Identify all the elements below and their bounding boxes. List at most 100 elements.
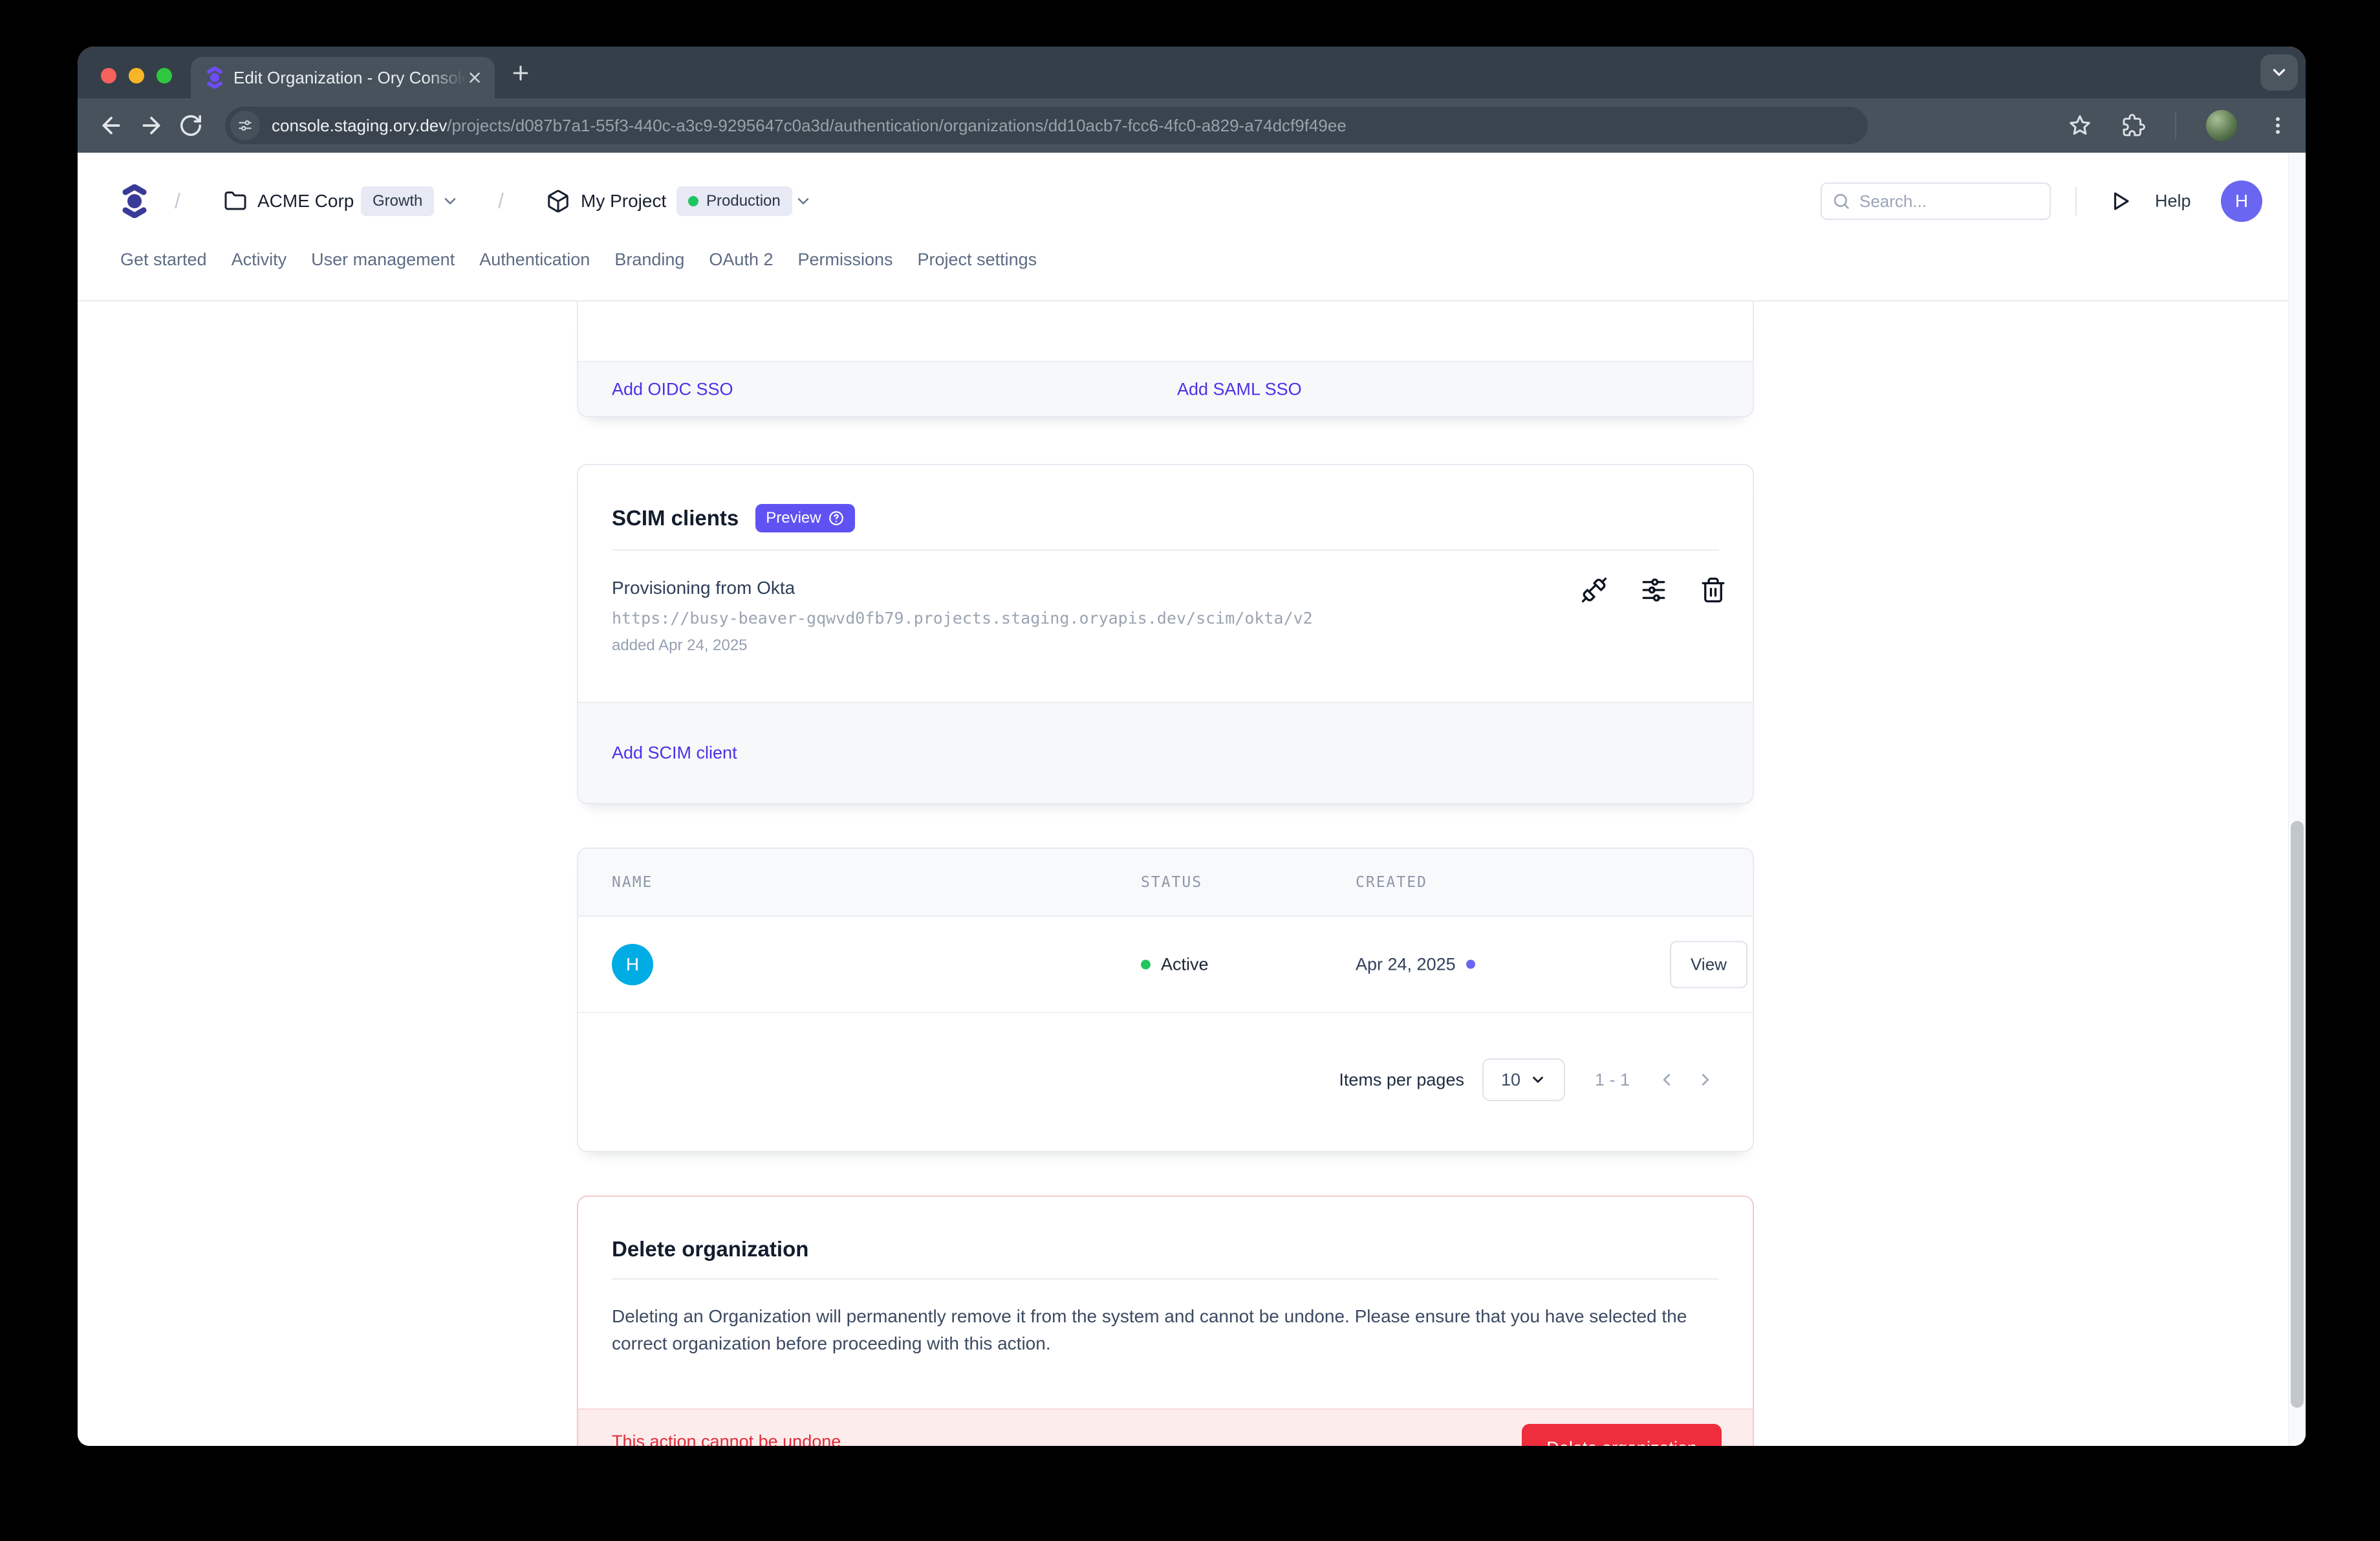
search-icon (1832, 192, 1850, 210)
play-icon[interactable] (2108, 190, 2132, 213)
project-cube-icon (546, 189, 570, 213)
scim-client-url: https://busy-beaver-gqwvd0fb79.projects.… (612, 609, 1719, 628)
info-icon[interactable] (828, 510, 845, 527)
content-area: Add OIDC SSO Add SAML SSO SCIM clients P… (78, 301, 2306, 1446)
nav-tab-branding[interactable]: Branding (614, 250, 684, 270)
browser-window: Edit Organization - Ory Console console.… (78, 47, 2306, 1446)
maximize-window-button[interactable] (157, 68, 172, 83)
browser-tab[interactable]: Edit Organization - Ory Console (191, 57, 495, 98)
project-name[interactable]: My Project (581, 191, 666, 212)
url-domain: console.staging.ory.dev (272, 116, 447, 135)
status-cell: Active (1141, 954, 1209, 974)
pagination: Items per pages 10 1 - 1 (1339, 1058, 1715, 1101)
url-path: /projects/d087b7a1-55f3-440c-a3c9-929564… (447, 116, 1347, 135)
created-indicator-dot (1466, 960, 1475, 969)
created-date: Apr 24, 2025 (1356, 954, 1456, 974)
page-scrollbar-track[interactable] (2288, 153, 2306, 1446)
help-link[interactable]: Help (2155, 191, 2191, 212)
reload-button[interactable] (178, 113, 203, 138)
new-tab-button[interactable] (510, 62, 532, 84)
add-oidc-sso-link[interactable]: Add OIDC SSO (612, 379, 733, 399)
workspace-folder-icon (224, 190, 247, 213)
user-avatar[interactable]: H (2221, 180, 2262, 222)
nav-tab-authentication[interactable]: Authentication (479, 250, 590, 270)
pagination-range: 1 - 1 (1595, 1070, 1630, 1090)
view-button[interactable]: View (1670, 941, 1747, 988)
delete-organization-title: Delete organization (612, 1237, 808, 1261)
column-header-status: STATUS (1141, 874, 1202, 891)
environment-label: Production (706, 192, 781, 210)
scim-client-actions (1581, 576, 1727, 604)
chevron-down-icon (2269, 63, 2289, 82)
delete-organization-button[interactable]: Delete organization (1522, 1424, 1722, 1446)
breadcrumb-separator: / (498, 190, 504, 213)
table-header-row: NAME STATUS CREATED (578, 849, 1753, 917)
trash-icon[interactable] (1700, 576, 1727, 604)
workspace-name[interactable]: ACME Corp (257, 191, 354, 212)
back-button[interactable] (98, 113, 124, 138)
project-nav: Get started Activity User management Aut… (78, 250, 2306, 301)
breadcrumb-separator: / (175, 190, 180, 213)
toolbar-actions (2068, 110, 2289, 141)
close-window-button[interactable] (101, 68, 116, 83)
search-input[interactable] (1821, 182, 2051, 220)
nav-tab-activity[interactable]: Activity (232, 250, 287, 270)
site-info-icon[interactable] (230, 111, 260, 140)
chevron-down-icon (1530, 1071, 1546, 1088)
tab-close-icon[interactable] (466, 69, 483, 86)
nav-tab-project-settings[interactable]: Project settings (918, 250, 1037, 270)
add-scim-client-link[interactable]: Add SCIM client (612, 743, 737, 763)
bookmark-star-icon[interactable] (2068, 113, 2092, 138)
sso-card-footer: Add OIDC SSO Add SAML SSO (578, 361, 1753, 416)
traffic-lights (101, 68, 172, 83)
pagination-prev-button[interactable] (1657, 1070, 1676, 1089)
project-chevron-down-icon[interactable] (794, 192, 812, 210)
scim-clients-title: SCIM clients (612, 506, 739, 530)
browser-toolbar: console.staging.ory.dev/projects/d087b7a… (78, 98, 2306, 153)
created-cell: Apr 24, 2025 (1356, 954, 1475, 974)
tab-title: Edit Organization - Ory Console (233, 68, 466, 88)
console-page: / ACME Corp Growth / My Project Producti… (78, 153, 2306, 1446)
row-avatar: H (612, 944, 653, 985)
sso-card: Add OIDC SSO Add SAML SSO (577, 301, 1754, 417)
danger-footer: This action cannot be undone Delete orga… (578, 1408, 1753, 1446)
pagination-next-button[interactable] (1696, 1070, 1715, 1089)
unplug-icon[interactable] (1581, 576, 1608, 604)
add-saml-sso-link[interactable]: Add SAML SSO (1177, 379, 1302, 399)
minimize-window-button[interactable] (129, 68, 144, 83)
nav-tab-oauth2[interactable]: OAuth 2 (709, 250, 773, 270)
column-header-created: CREATED (1356, 874, 1427, 891)
preview-badge-label: Preview (766, 509, 821, 527)
preview-badge: Preview (755, 504, 854, 532)
sliders-icon[interactable] (1640, 576, 1667, 604)
tab-strip: Edit Organization - Ory Console (78, 47, 2306, 98)
page-scrollbar-thumb[interactable] (2291, 821, 2304, 1408)
app-header: / ACME Corp Growth / My Project Producti… (78, 153, 2306, 250)
browser-menu-button[interactable] (2267, 115, 2289, 137)
search-field[interactable] (1859, 191, 2021, 212)
extensions-icon[interactable] (2122, 114, 2145, 137)
page-size-select[interactable]: 10 (1482, 1058, 1565, 1101)
ory-favicon-icon (206, 67, 223, 89)
items-per-page-label: Items per pages (1339, 1070, 1464, 1090)
environment-status-dot (688, 196, 698, 206)
tab-search-button[interactable] (2260, 54, 2298, 91)
workspace-chevron-down-icon[interactable] (441, 192, 459, 210)
scim-card-footer: Add SCIM client (578, 702, 1753, 803)
header-divider (2075, 187, 2077, 215)
url-text: console.staging.ory.dev/projects/d087b7a… (272, 116, 1347, 136)
delete-organization-card: Delete organization Deleting an Organiza… (577, 1196, 1754, 1446)
nav-tab-permissions[interactable]: Permissions (797, 250, 892, 270)
address-bar[interactable]: console.staging.ory.dev/projects/d087b7a… (225, 107, 1868, 144)
delete-organization-description: Deleting an Organization will permanentl… (612, 1303, 1719, 1357)
ory-logo-icon[interactable] (122, 184, 147, 218)
forward-button[interactable] (138, 113, 164, 138)
browser-profile-avatar[interactable] (2206, 110, 2237, 141)
table-row[interactable]: H Active Apr 24, 2025 View (578, 917, 1753, 1013)
nav-tab-user-management[interactable]: User management (311, 250, 455, 270)
table-footer: Items per pages 10 1 - 1 (578, 1013, 1753, 1152)
environment-badge: Production (676, 186, 792, 216)
nav-tab-get-started[interactable]: Get started (120, 250, 207, 270)
toolbar-divider (2175, 112, 2176, 139)
danger-warning-text: This action cannot be undone (612, 1432, 841, 1446)
